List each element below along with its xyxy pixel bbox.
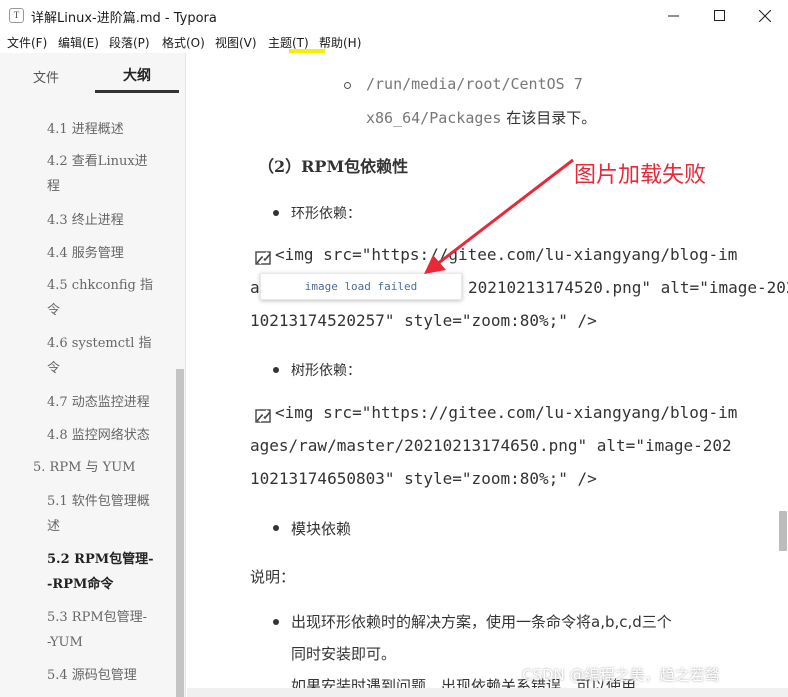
tab-outline[interactable]: 大纲	[95, 65, 179, 93]
list-item-text: 环形依赖：	[291, 206, 361, 222]
editor-scrollbar-thumb[interactable]	[779, 511, 787, 551]
list-item-text: 树形依赖：	[291, 363, 361, 379]
img-source-text[interactable]: 10213174520257" style="zoom:80%;" />	[250, 311, 597, 330]
close-button[interactable]	[742, 0, 788, 31]
maximize-icon	[713, 10, 725, 21]
menu-view[interactable]: 视图(V)	[215, 34, 257, 51]
close-icon	[759, 9, 771, 22]
bullet-dot	[273, 367, 279, 373]
list-item-text: 模块依赖	[291, 520, 352, 538]
outline-item[interactable]: 5. RPM 与 YUM	[33, 456, 136, 480]
minimize-icon	[667, 15, 679, 17]
outline-item[interactable]: 4.8 监控网络状态	[47, 424, 150, 448]
outline-item-active[interactable]: -RPM命令	[47, 573, 113, 597]
maximize-button[interactable]	[696, 0, 742, 31]
img-source-text[interactable]: 10213174650803" style="zoom:80%;" />	[250, 469, 597, 488]
tab-files[interactable]: 文件	[33, 67, 59, 86]
menu-format[interactable]: 格式(O)	[162, 34, 205, 51]
menu-edit[interactable]: 编辑(E)	[58, 34, 99, 51]
editor[interactable]: /run/media/root/CentOS 7 x86_64/Packages…	[187, 53, 788, 697]
menu-help[interactable]: 帮助(H)	[319, 34, 361, 51]
outline-item[interactable]: 4.4 服务管理	[47, 242, 124, 266]
sidebar-scrollbar-thumb[interactable]	[176, 369, 184, 697]
bullet-dot	[273, 619, 279, 625]
paragraph-text: 说明：	[250, 568, 296, 586]
img-source-text[interactable]: ages/raw/master/20210213174650.png" alt=…	[250, 436, 732, 455]
outline-item[interactable]: -YUM	[47, 631, 83, 655]
broken-image-icon	[255, 409, 271, 423]
sidebar: 文件 大纲 4.1 进程概述 4.2 查看Linux进 程 4.3 终止进程 4…	[0, 53, 186, 697]
annotation-label: 图片加载失败	[574, 163, 707, 188]
outline-item[interactable]: 4.2 查看Linux进	[47, 150, 148, 174]
outline-item[interactable]: 4.5 chkconfig 指	[47, 274, 153, 298]
list-item-text: 同时安装即可。	[291, 645, 397, 663]
outline-item-active[interactable]: 5.2 RPM包管理-	[47, 548, 154, 572]
outline-item[interactable]: 4.6 systemctl 指	[47, 332, 152, 356]
outline-item[interactable]: 4.3 终止进程	[47, 209, 124, 233]
outline-item[interactable]: 5.3 RPM包管理-	[47, 606, 147, 630]
bullet-circle	[344, 82, 351, 89]
text: 在该目录下。	[506, 109, 597, 127]
bullet-dot	[273, 210, 279, 216]
broken-image-icon	[255, 251, 271, 265]
horizontal-scrollbar[interactable]	[187, 688, 788, 697]
img-source-text[interactable]: <img src="https://gitee.com/lu-xiangyang…	[275, 403, 737, 422]
section-heading: （2）RPM包依赖性	[258, 157, 409, 176]
typora-app-icon: T	[9, 8, 24, 23]
bullet-dot	[273, 525, 279, 531]
minimize-button[interactable]	[650, 0, 696, 31]
paragraph-line: x86_64/Packages 在该目录下。	[366, 107, 596, 128]
menu-file[interactable]: 文件(F)	[7, 34, 47, 51]
code-path: /run/media/root/CentOS 7	[366, 75, 583, 93]
code-path: x86_64/Packages	[366, 109, 502, 127]
outline-item[interactable]: 令	[47, 299, 60, 323]
outline-item[interactable]: 程	[47, 175, 60, 199]
list-item-text: 出现环形依赖时的解决方案，使用一条命令将a,b,c,d三个	[291, 613, 672, 631]
watermark: CSDN @编程之美，趋之若鹜	[522, 666, 720, 684]
outline-item[interactable]: 述	[47, 515, 60, 539]
outline-item[interactable]: 4.7 动态监控进程	[47, 391, 150, 415]
outline-item[interactable]: 令	[47, 357, 60, 381]
menu-paragraph[interactable]: 段落(P)	[109, 34, 150, 51]
img-source-text[interactable]: 20210213174520.png" alt="image-202	[468, 278, 788, 297]
title-bar: T 详解Linux-进阶篇.md - Typora	[0, 0, 788, 31]
menu-bar: 文件(F) 编辑(E) 段落(P) 格式(O) 视图(V) 主题(T) 帮助(H…	[0, 31, 788, 53]
img-source-text[interactable]: a	[250, 278, 260, 297]
window-title: 详解Linux-进阶篇.md - Typora	[31, 11, 217, 26]
outline-item[interactable]: 5.1 软件包管理概	[47, 490, 150, 514]
outline-item[interactable]: 5.4 源码包管理	[47, 664, 137, 688]
img-source-text[interactable]: <img src="https://gitee.com/lu-xiangyang…	[275, 245, 737, 264]
outline-item[interactable]: 4.1 进程概述	[47, 118, 124, 142]
image-load-failed-tooltip: image load failed	[260, 273, 462, 300]
